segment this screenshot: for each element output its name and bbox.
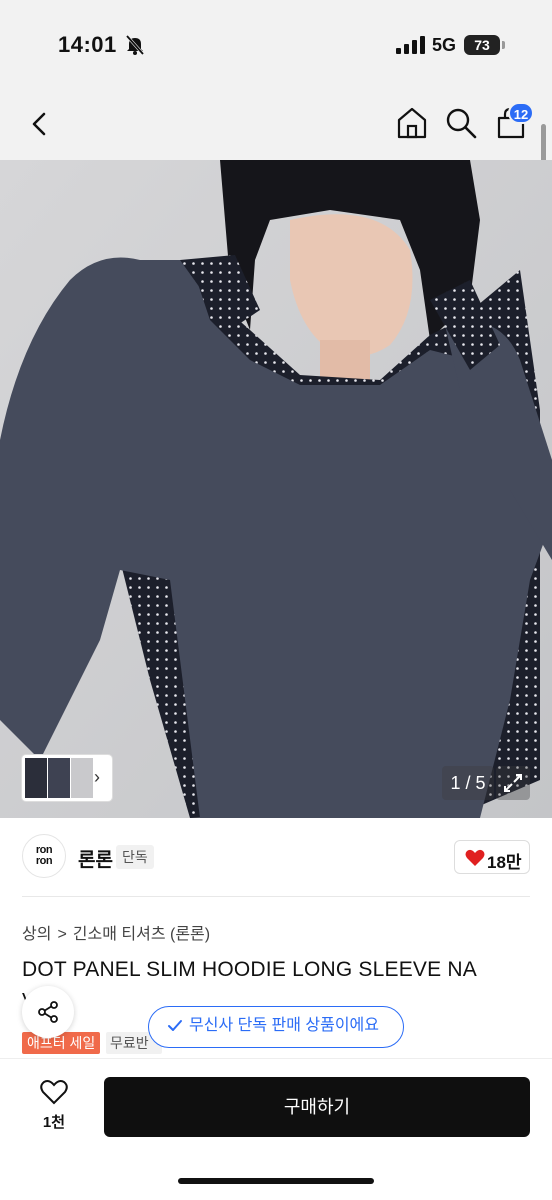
divider [22, 896, 530, 897]
network-type: 5G [432, 35, 457, 55]
home-indicator [178, 1178, 374, 1184]
breadcrumb-separator: > [57, 926, 67, 943]
brand-logo[interactable]: ron ron [22, 834, 66, 878]
product-title: DOT PANEL SLIM HOODIE LONG SLEEVE NA [22, 958, 477, 981]
top-navigation: 12 [0, 90, 552, 160]
share-button[interactable] [22, 986, 74, 1038]
buy-button[interactable]: 구매하기 [104, 1077, 530, 1137]
toast-text: 무신사 단독 판매 상품이에요 [189, 1017, 379, 1034]
brand-like-count: 18만 [487, 853, 522, 872]
thumbnail-1[interactable] [25, 758, 47, 798]
sale-tag: 애프터 세일 [22, 1032, 101, 1054]
heart-filled-icon [465, 849, 485, 866]
heart-outline-icon [40, 1080, 68, 1105]
bell-muted-icon [125, 35, 145, 55]
status-time: 14:01 [58, 32, 117, 57]
cart-count-badge: 12 [508, 102, 534, 124]
brand-name[interactable]: 론론 [78, 845, 113, 872]
check-icon [168, 1020, 182, 1031]
breadcrumb: 상의 > 긴소매 티셔츠 (론론) [22, 920, 216, 944]
product-image[interactable] [0, 160, 552, 818]
signal-icon [396, 36, 425, 54]
status-bar: 14:01 5G 73 [0, 0, 552, 90]
wishlist-count: 1천 [42, 1114, 66, 1131]
breadcrumb-subcategory[interactable]: 긴소매 티셔츠 (론론) [73, 926, 210, 943]
search-icon[interactable] [444, 106, 478, 140]
home-icon[interactable] [396, 106, 428, 140]
wishlist-button[interactable]: 1천 [34, 1079, 74, 1139]
chevron-right-icon[interactable]: › [94, 767, 100, 788]
exclusive-toast: 무신사 단독 판매 상품이에요 [148, 1006, 404, 1048]
product-photo [0, 160, 552, 818]
expand-button[interactable] [496, 766, 530, 800]
battery-indicator: 73 [464, 35, 505, 55]
image-counter: 1 / 5 [442, 766, 494, 800]
share-icon [38, 1001, 58, 1023]
thumbnail-strip[interactable]: › [22, 755, 112, 801]
exclusive-badge: 단독 [116, 845, 154, 869]
thumbnail-3[interactable] [71, 758, 93, 798]
back-arrow-icon[interactable] [26, 108, 54, 140]
thumbnail-2[interactable] [48, 758, 70, 798]
expand-icon [504, 774, 522, 792]
breadcrumb-category[interactable]: 상의 [22, 926, 51, 943]
brand-like-button[interactable]: 18만 [454, 840, 530, 874]
